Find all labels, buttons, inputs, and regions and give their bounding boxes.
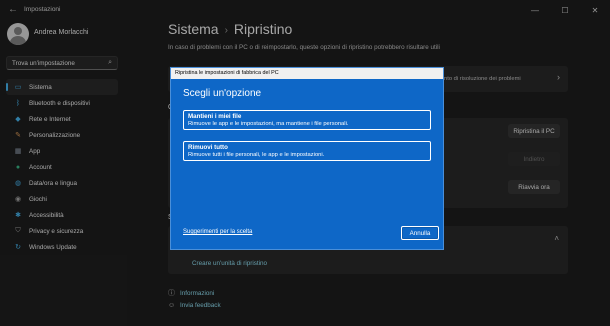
option-title: Mantieni i miei file [188,113,242,120]
option-title: Rimuovi tutto [188,144,228,151]
reset-pc-dialog: Ripristina le impostazioni di fabbrica d… [170,67,444,250]
option-description: Rimuove le app e le impostazioni, ma man… [188,121,349,127]
option-description: Rimuove tutti i file personali, le app e… [188,152,325,158]
keep-files-option[interactable]: Mantieni i miei file Rimuove le app e le… [183,110,431,130]
dialog-heading: Scegli un'opzione [183,88,262,99]
dialog-title-bar: Ripristina le impostazioni di fabbrica d… [171,68,443,79]
help-choosing-link[interactable]: Suggerimenti per la scelta [183,229,252,235]
cancel-button[interactable]: Annulla [401,226,439,240]
remove-everything-option[interactable]: Rimuovi tutto Rimuove tutti i file perso… [183,141,431,161]
